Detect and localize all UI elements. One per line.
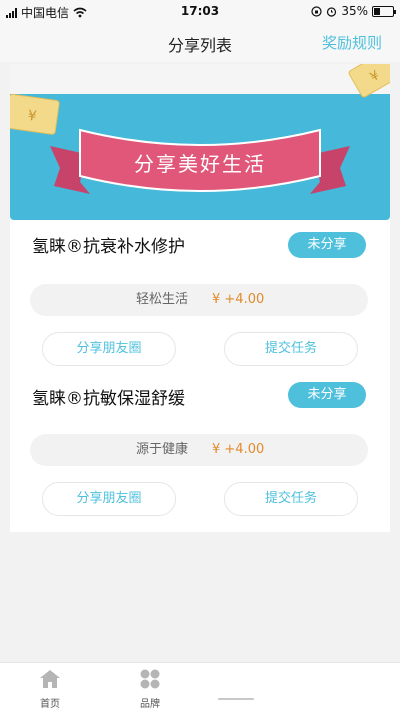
item-title: 氢睐®抗衰补水修护 xyxy=(32,237,185,257)
reward-rules-link[interactable]: 奖励规则 xyxy=(322,32,382,53)
tab-brand[interactable]: 品牌 xyxy=(120,669,180,710)
ticket-right-icon: ¥ xyxy=(348,64,390,98)
reward-label: 轻松生活 xyxy=(136,292,189,307)
tab-bar: 首页 品牌 xyxy=(0,662,400,710)
share-list-panel: ¥ ¥ 分享美好生活 氢睐®抗衰补水修护 未分享 轻松生活 ¥ +4.00 分享… xyxy=(10,64,390,532)
nav-bar: 分享列表 奖励规则 xyxy=(0,22,400,62)
home-indicator xyxy=(218,698,254,700)
status-badge: 未分享 xyxy=(288,232,366,258)
tab-label: 品牌 xyxy=(140,699,160,710)
submit-task-button[interactable]: 提交任务 xyxy=(224,482,358,516)
share-moments-button[interactable]: 分享朋友圈 xyxy=(42,482,176,516)
brand-grid-icon xyxy=(140,669,160,689)
battery-icon xyxy=(372,5,396,17)
tab-home[interactable]: 首页 xyxy=(20,669,80,710)
alarm-icon xyxy=(327,6,337,17)
banner-title: 分享美好生活 xyxy=(134,152,266,176)
reward-info-bar: 源于健康 ¥ +4.00 xyxy=(30,434,368,466)
submit-task-button[interactable]: 提交任务 xyxy=(224,332,358,366)
reward-price: ¥ +4.00 xyxy=(212,442,265,457)
home-icon xyxy=(40,670,60,688)
share-moments-button[interactable]: 分享朋友圈 xyxy=(42,332,176,366)
reward-price: ¥ +4.00 xyxy=(212,292,265,307)
status-bar: 中国电信 17:03 35% xyxy=(0,0,400,22)
banner: ¥ ¥ 分享美好生活 xyxy=(10,64,390,220)
status-badge: 未分享 xyxy=(288,382,366,408)
orientation-lock-icon xyxy=(311,5,322,17)
item-title: 氢睐®抗敏保湿舒缓 xyxy=(32,389,185,409)
ticket-left-icon: ¥ xyxy=(10,93,60,135)
battery-percent: 35% xyxy=(341,4,368,18)
status-right: 35% xyxy=(311,4,396,18)
banner-ribbon: ¥ ¥ xyxy=(10,64,390,194)
reward-label: 源于健康 xyxy=(136,442,189,457)
tab-label: 首页 xyxy=(40,699,60,710)
reward-info-bar: 轻松生活 ¥ +4.00 xyxy=(30,284,368,316)
